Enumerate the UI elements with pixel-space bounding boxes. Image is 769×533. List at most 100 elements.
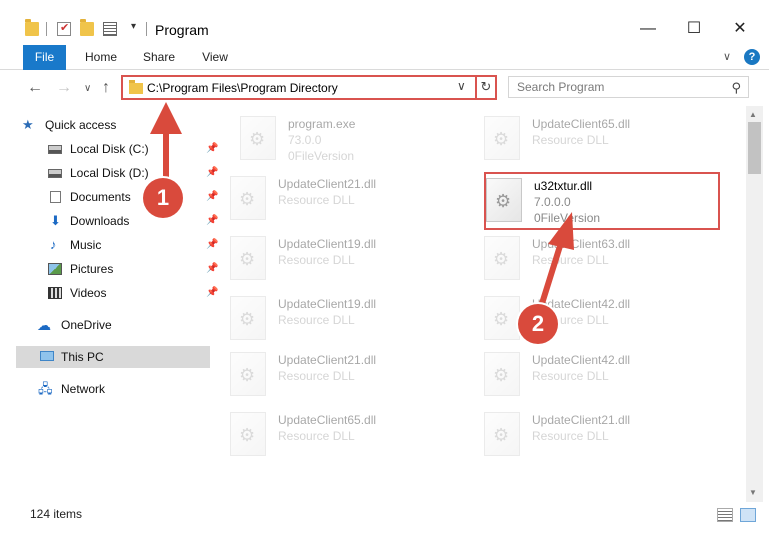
sidebar-item-label: Pictures xyxy=(70,262,114,276)
file-item[interactable]: UpdateClient65.dll Resource DLL xyxy=(212,404,452,460)
view-icon[interactable] xyxy=(103,22,117,36)
back-button[interactable]: ← xyxy=(27,79,43,97)
file-item[interactable]: UpdateClient21.dll Resource DLL xyxy=(212,344,452,400)
navigation-bar: ← → ∨ ↑ C:\Program Files\Program Directo… xyxy=(0,71,769,105)
dll-file-icon xyxy=(230,236,266,280)
details-view-icon[interactable] xyxy=(717,508,733,522)
sidebar-item-downloads[interactable]: ⬇ Downloads 📌 xyxy=(26,210,220,232)
file-version: 73.0.0 xyxy=(288,133,322,147)
search-input[interactable] xyxy=(517,80,717,94)
file-item[interactable]: UpdateClient65.dll Resource DLL xyxy=(466,108,706,164)
ribbon-tabs: File Home Share View ∨ ? xyxy=(0,45,769,70)
sidebar-item-label: Local Disk (C:) xyxy=(70,142,149,156)
scrollbar-thumb[interactable] xyxy=(748,122,761,174)
dll-file-icon xyxy=(484,116,520,160)
maximize-button[interactable]: ☐ xyxy=(671,14,717,44)
navigation-pane: ★ Quick access Local Disk (C:) 📌 Local D… xyxy=(0,106,218,502)
step-2-badge: 2 xyxy=(518,304,558,344)
cloud-icon: ☁ xyxy=(37,317,51,333)
sidebar-item-this-pc[interactable]: This PC xyxy=(16,346,210,368)
sidebar-item-label: Local Disk (D:) xyxy=(70,166,149,180)
dll-file-icon xyxy=(230,412,266,456)
tab-home[interactable]: Home xyxy=(78,45,124,70)
sidebar-item-label: Videos xyxy=(70,286,107,300)
tab-view[interactable]: View xyxy=(194,45,236,70)
dll-file-icon xyxy=(230,296,266,340)
address-bar[interactable]: C:\Program Files\Program Directory ∨ ↻ xyxy=(121,75,497,100)
status-bar: 124 items xyxy=(0,502,769,533)
properties-icon[interactable] xyxy=(57,21,71,36)
file-description: Resource DLL xyxy=(278,193,355,207)
scroll-up-icon[interactable]: ▲ xyxy=(749,110,757,119)
pictures-icon xyxy=(48,263,62,275)
sidebar-item-label: Downloads xyxy=(70,214,130,228)
file-description: Resource DLL xyxy=(278,313,355,327)
file-item[interactable]: UpdateClient63.dll Resource DLL xyxy=(466,228,706,284)
search-icon[interactable]: ⚲ xyxy=(731,80,741,96)
drive-icon xyxy=(48,169,62,178)
address-path[interactable]: C:\Program Files\Program Directory xyxy=(147,81,338,95)
dll-file-icon xyxy=(484,352,520,396)
sidebar-item-documents[interactable]: Documents 📌 xyxy=(26,186,220,208)
dll-file-icon xyxy=(484,296,520,340)
expand-ribbon-icon[interactable]: ∨ xyxy=(723,50,731,63)
sidebar-item-quick-access[interactable]: ★ Quick access xyxy=(22,114,232,136)
vertical-scrollbar[interactable]: ▲ ▼ xyxy=(746,106,763,502)
help-icon[interactable]: ? xyxy=(744,49,760,65)
file-description: Resource DLL xyxy=(532,369,609,383)
up-button[interactable]: ↑ xyxy=(102,79,110,97)
sidebar-item-local-disk-d[interactable]: Local Disk (D:) 📌 xyxy=(26,162,220,184)
music-icon: ♪ xyxy=(50,237,57,252)
search-box[interactable]: ⚲ xyxy=(508,76,749,98)
forward-button[interactable]: → xyxy=(56,79,72,97)
file-description: Resource DLL xyxy=(278,369,355,383)
address-dropdown-icon[interactable]: ∨ xyxy=(457,79,466,93)
dll-file-icon xyxy=(230,352,266,396)
network-icon: 🖧 xyxy=(38,381,53,396)
file-name: UpdateClient42.dll xyxy=(532,353,631,367)
sidebar-item-label: OneDrive xyxy=(61,318,112,332)
sidebar-item-onedrive[interactable]: ☁ OneDrive xyxy=(37,314,232,336)
file-name: program.exe xyxy=(288,117,356,131)
sidebar-item-pictures[interactable]: Pictures 📌 xyxy=(26,258,220,280)
sidebar-item-label: This PC xyxy=(61,350,104,364)
toolbar-separator xyxy=(46,22,47,36)
file-list: program.exe 73.0.0 0FileVersion UpdateCl… xyxy=(218,106,746,502)
dll-file-icon xyxy=(484,412,520,456)
sidebar-item-label: Documents xyxy=(70,190,131,204)
title-bar: ▾ Program — ☐ ✕ xyxy=(0,0,769,45)
sidebar-item-videos[interactable]: Videos 📌 xyxy=(26,282,220,304)
minimize-button[interactable]: — xyxy=(625,14,671,44)
large-icons-view-icon[interactable] xyxy=(740,508,756,522)
tab-file[interactable]: File xyxy=(23,45,66,70)
folder-icon xyxy=(129,80,143,94)
file-item[interactable]: UpdateClient19.dll Resource DLL xyxy=(212,228,452,284)
file-item[interactable]: UpdateClient21.dll Resource DLL xyxy=(212,168,452,224)
dll-file-icon xyxy=(484,236,520,280)
sidebar-item-music[interactable]: ♪ Music 📌 xyxy=(26,234,220,256)
file-item[interactable]: program.exe 73.0.0 0FileVersion xyxy=(222,108,462,164)
item-count: 124 items xyxy=(30,507,83,521)
file-item[interactable]: UpdateClient19.dll Resource DLL xyxy=(212,288,452,344)
scroll-down-icon[interactable]: ▼ xyxy=(749,488,757,497)
file-item[interactable]: UpdateClient42.dll Resource DLL xyxy=(466,344,706,400)
file-item[interactable]: UpdateClient42.dll Resource DLL xyxy=(466,288,706,344)
folder-icon[interactable] xyxy=(25,19,39,36)
file-item[interactable]: UpdateClient21.dll Resource DLL xyxy=(466,404,706,460)
file-name: UpdateClient65.dll xyxy=(278,413,377,427)
pin-icon: 📌 xyxy=(206,143,219,154)
dll-file-icon xyxy=(230,176,266,220)
sidebar-item-local-disk-c[interactable]: Local Disk (C:) 📌 xyxy=(26,138,220,160)
refresh-button[interactable]: ↻ xyxy=(475,75,495,100)
step-1-badge: 1 xyxy=(143,178,183,218)
close-button[interactable]: ✕ xyxy=(717,14,763,44)
sidebar-item-label: Music xyxy=(70,238,102,252)
file-name: UpdateClient19.dll xyxy=(278,237,377,251)
file-description: Resource DLL xyxy=(532,253,609,267)
tab-share[interactable]: Share xyxy=(136,45,182,70)
exe-file-icon xyxy=(240,116,276,160)
customize-quick-access-icon[interactable]: ▾ xyxy=(131,21,136,32)
sidebar-item-network[interactable]: 🖧 Network xyxy=(38,378,232,400)
recent-locations-button[interactable]: ∨ xyxy=(84,83,91,94)
new-folder-icon[interactable] xyxy=(80,19,94,36)
